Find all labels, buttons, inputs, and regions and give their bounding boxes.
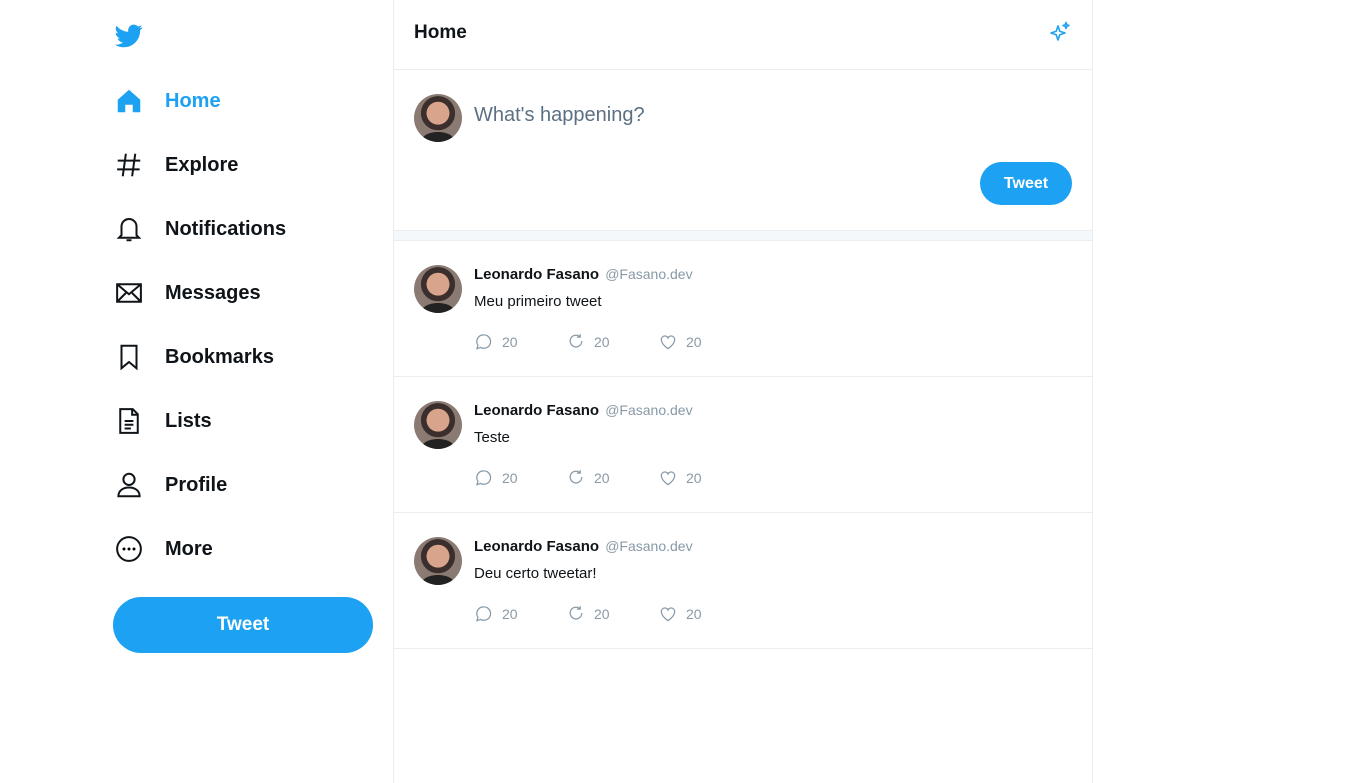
avatar[interactable] (414, 537, 462, 585)
author-name[interactable]: Leonardo Fasano (474, 402, 599, 419)
tweet-text: Deu certo tweetar! (474, 565, 597, 582)
sidebar-item-label: Lists (165, 409, 212, 432)
tweet-text: Teste (474, 429, 510, 446)
tweet-text: Meu primeiro tweet (474, 293, 602, 310)
tweet[interactable]: Leonardo Fasano @Fasano.dev Deu certo tw… (394, 513, 1092, 649)
sidebar-item-notifications[interactable]: Notifications (113, 209, 286, 249)
reply-icon (475, 606, 492, 622)
sidebar-item-label: Home (165, 89, 221, 112)
retweet-button[interactable]: 20 (566, 332, 658, 352)
retweet-icon (569, 334, 583, 348)
tweet-feed: Leonardo Fasano @Fasano.dev Meu primeiro… (394, 241, 1092, 649)
reply-button[interactable]: 20 (474, 332, 566, 352)
retweet-count: 20 (594, 334, 610, 350)
like-button[interactable]: 20 (658, 468, 750, 488)
reply-count: 20 (502, 334, 518, 350)
timeline-header: Home (394, 0, 1092, 70)
sidebar-item-label: More (165, 537, 213, 560)
compose-tweet-button[interactable]: Tweet (980, 162, 1072, 205)
author-name[interactable]: Leonardo Fasano (474, 266, 599, 283)
tweet-actions: 20 20 20 (474, 332, 750, 352)
heart-icon (660, 607, 676, 622)
reply-count: 20 (502, 470, 518, 486)
page-title: Home (414, 22, 467, 43)
sidebar-item-explore[interactable]: Explore (113, 145, 238, 185)
user-icon (117, 472, 141, 498)
sidebar-item-more[interactable]: More (113, 529, 213, 569)
tweet-composer: Tweet (394, 70, 1092, 230)
bell-icon (116, 218, 142, 242)
heart-icon (660, 335, 676, 350)
reply-button[interactable]: 20 (474, 468, 566, 488)
sidebar-item-home[interactable]: Home (113, 81, 221, 121)
sidebar-item-messages[interactable]: Messages (113, 273, 261, 313)
heart-icon (660, 471, 676, 486)
author-name[interactable]: Leonardo Fasano (474, 538, 599, 555)
tweet[interactable]: Leonardo Fasano @Fasano.dev Meu primeiro… (394, 241, 1092, 377)
retweet-button[interactable]: 20 (566, 604, 658, 624)
tweet-input[interactable] (474, 104, 1054, 127)
reply-icon (475, 334, 492, 350)
sidebar-item-label: Profile (165, 473, 228, 496)
tweet-meta: Leonardo Fasano @Fasano.dev (474, 402, 693, 419)
reply-count: 20 (502, 606, 518, 622)
retweet-button[interactable]: 20 (566, 468, 658, 488)
sidebar-item-label: Bookmarks (165, 345, 274, 368)
author-handle[interactable]: @Fasano.dev (605, 402, 692, 418)
twitter-bird-icon[interactable] (113, 22, 145, 50)
sidebar-tweet-button[interactable]: Tweet (113, 597, 373, 653)
hashtag-icon (117, 153, 141, 177)
sidebar-item-profile[interactable]: Profile (113, 465, 227, 505)
sparkle-icon[interactable] (1048, 21, 1072, 45)
like-count: 20 (686, 470, 702, 486)
author-handle[interactable]: @Fasano.dev (605, 538, 692, 554)
author-handle[interactable]: @Fasano.dev (605, 266, 692, 282)
retweet-icon (569, 470, 583, 484)
retweet-count: 20 (594, 606, 610, 622)
sidebar-item-label: Explore (165, 153, 239, 176)
like-count: 20 (686, 334, 702, 350)
tweet-meta: Leonardo Fasano @Fasano.dev (474, 266, 693, 283)
more-icon (116, 536, 142, 562)
retweet-icon (569, 606, 583, 620)
tweet-actions: 20 20 20 (474, 604, 750, 624)
sidebar-item-label: Messages (165, 281, 261, 304)
tweet-actions: 20 20 20 (474, 468, 750, 488)
envelope-icon (116, 283, 142, 303)
avatar[interactable] (414, 94, 462, 142)
reply-icon (475, 470, 492, 486)
like-button[interactable]: 20 (658, 332, 750, 352)
divider (394, 230, 1092, 241)
timeline: Home Tweet Leonardo Fasano @Fasano.dev M… (393, 0, 1093, 783)
avatar[interactable] (414, 265, 462, 313)
like-count: 20 (686, 606, 702, 622)
like-button[interactable]: 20 (658, 604, 750, 624)
sidebar-item-lists[interactable]: Lists (113, 401, 212, 441)
sidebar-item-label: Notifications (165, 217, 287, 240)
bookmark-icon (120, 344, 138, 371)
list-icon (119, 408, 139, 434)
retweet-count: 20 (594, 470, 610, 486)
avatar[interactable] (414, 401, 462, 449)
tweet-meta: Leonardo Fasano @Fasano.dev (474, 538, 693, 555)
home-icon (117, 89, 141, 113)
tweet[interactable]: Leonardo Fasano @Fasano.dev Teste 20 20 … (394, 377, 1092, 513)
reply-button[interactable]: 20 (474, 604, 566, 624)
sidebar-item-bookmarks[interactable]: Bookmarks (113, 337, 274, 377)
